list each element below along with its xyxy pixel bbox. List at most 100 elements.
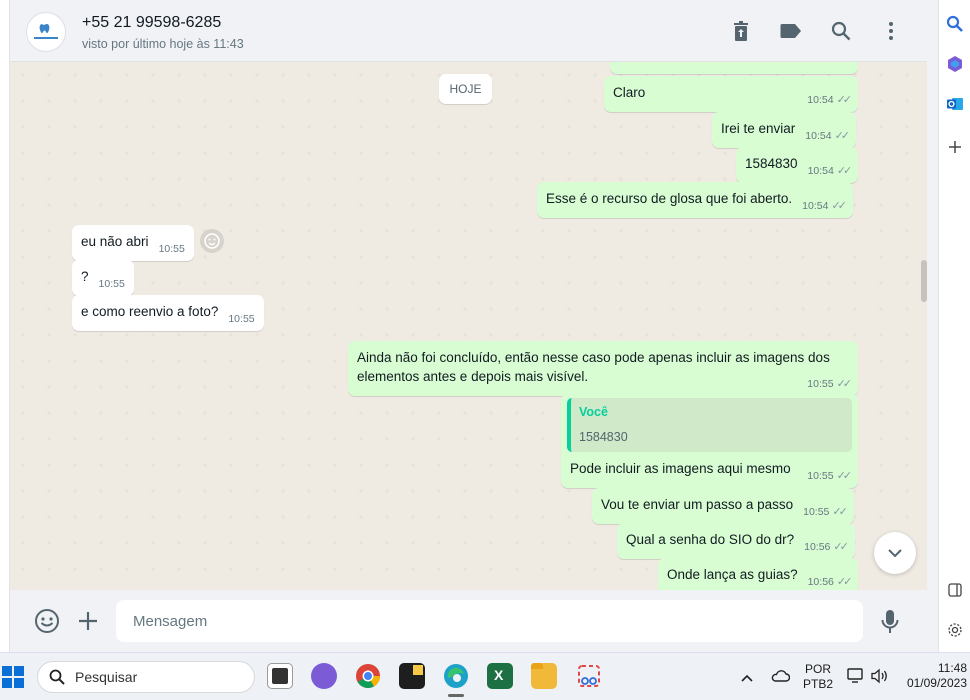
volume-speaker-icon[interactable] bbox=[870, 668, 890, 689]
read-ticks-icon: ✓✓ bbox=[833, 541, 849, 553]
message-bubble-outgoing[interactable]: Irei te enviar 10:54 ✓✓ bbox=[712, 112, 857, 148]
keyboard-language[interactable]: POR PTB2 bbox=[802, 662, 834, 692]
tray-expand-chevron-icon[interactable] bbox=[740, 670, 754, 688]
clock-date: 01/09/2023 bbox=[906, 676, 967, 690]
message-bubble-outgoing[interactable]: Qual a senha do SIO do dr? 10:56 ✓✓ bbox=[617, 523, 855, 559]
read-ticks-icon: ✓✓ bbox=[831, 200, 847, 212]
copilot-icon[interactable] bbox=[943, 52, 967, 76]
search-icon bbox=[49, 669, 65, 685]
emoji-reaction-icon[interactable] bbox=[200, 229, 224, 253]
message-meta: 10:54 ✓✓ bbox=[802, 197, 847, 216]
message-text: Claro bbox=[613, 85, 646, 100]
onedrive-cloud-icon[interactable] bbox=[770, 669, 791, 688]
quoted-text: 1584830 bbox=[579, 430, 628, 444]
contact-avatar[interactable] bbox=[26, 12, 66, 52]
teams-chat-icon[interactable] bbox=[311, 663, 337, 689]
windows-taskbar: Pesquisar X POR PTB2 11:48 01/09/2023 bbox=[0, 652, 970, 700]
quoted-message[interactable]: Você 1584830 bbox=[567, 398, 852, 452]
message-meta: 10:55 ✓✓ bbox=[807, 467, 853, 486]
read-ticks-icon: ✓✓ bbox=[834, 130, 851, 142]
attach-plus-icon[interactable] bbox=[78, 611, 98, 631]
quoted-author: Você bbox=[579, 405, 608, 419]
message-time: 10:55 bbox=[158, 243, 185, 255]
message-input[interactable] bbox=[116, 600, 863, 642]
message-bubble-outgoing[interactable]: Claro 10:54 ✓✓ bbox=[604, 76, 858, 112]
message-meta: 10:56 ✓✓ bbox=[804, 538, 849, 557]
message-time: 10:55 bbox=[807, 378, 834, 390]
message-text: Ainda não foi concluído, então nesse cas… bbox=[357, 350, 830, 384]
message-time: 10:54 bbox=[805, 130, 832, 142]
message-meta: 10:55 bbox=[228, 310, 254, 329]
message-text: Esse é o recurso de glosa que foi aberto… bbox=[546, 191, 793, 206]
message-composer bbox=[10, 590, 927, 652]
day-separator: HOJE bbox=[439, 74, 492, 104]
message-meta: 10:55 ✓✓ bbox=[803, 503, 848, 522]
message-time: 10:56 bbox=[804, 541, 831, 553]
sidebar-toggle-icon[interactable] bbox=[943, 578, 967, 602]
keyboard-layout-code: PTB2 bbox=[802, 677, 833, 691]
message-bubble-outgoing[interactable]: Onde lança as guias? 10:56 ✓✓ bbox=[658, 558, 859, 590]
message-meta: 10:55 bbox=[159, 240, 185, 259]
read-ticks-icon: ✓✓ bbox=[836, 165, 853, 177]
message-meta: 10:56 ✓✓ bbox=[807, 573, 853, 590]
contact-name[interactable]: +55 21 99598-6285 bbox=[82, 14, 221, 32]
add-plus-icon[interactable] bbox=[943, 135, 967, 159]
message-time: 10:55 bbox=[228, 313, 255, 325]
chevron-down-icon bbox=[888, 549, 902, 558]
scroll-to-bottom-button[interactable] bbox=[874, 532, 916, 574]
clock-time: 11:48 bbox=[937, 661, 967, 675]
windows-start-icon[interactable] bbox=[2, 666, 24, 688]
message-time: 10:56 bbox=[807, 576, 834, 588]
taskbar-search[interactable]: Pesquisar bbox=[37, 661, 255, 693]
label-tag-icon[interactable] bbox=[778, 18, 804, 44]
taskbar-clock[interactable]: 11:48 01/09/2023 bbox=[898, 661, 970, 691]
task-view-icon[interactable] bbox=[267, 663, 293, 689]
emoji-icon[interactable] bbox=[34, 608, 60, 634]
message-time: 10:54 bbox=[807, 94, 834, 106]
message-text: Qual a senha do SIO do dr? bbox=[626, 532, 795, 547]
read-ticks-icon: ✓✓ bbox=[836, 576, 853, 588]
chat-messages-area[interactable]: HOJE Claro 10:54 ✓✓ Irei te enviar 10:54 ✓… bbox=[10, 62, 927, 590]
excel-icon[interactable]: X bbox=[487, 663, 513, 689]
settings-gear-icon[interactable] bbox=[943, 618, 967, 642]
read-ticks-icon: ✓✓ bbox=[836, 470, 853, 482]
message-meta: 10:54 ✓✓ bbox=[808, 162, 853, 181]
message-text: Vou te enviar um passo a passo bbox=[601, 497, 794, 512]
read-ticks-icon: ✓✓ bbox=[832, 506, 848, 518]
chat-scrollbar[interactable] bbox=[921, 260, 927, 302]
contact-last-seen: visto por último hoje às 11:43 bbox=[82, 37, 244, 51]
left-edge-strip bbox=[0, 0, 10, 652]
message-bubble-incoming[interactable]: e como reenvio a foto? 10:55 bbox=[72, 295, 264, 331]
message-bubble-incoming[interactable]: eu não abri 10:55 bbox=[72, 225, 194, 261]
message-text: Onde lança as guias? bbox=[667, 567, 798, 582]
network-display-icon[interactable] bbox=[847, 668, 865, 689]
menu-kebab-icon[interactable] bbox=[878, 18, 904, 44]
browser-sidebar bbox=[938, 0, 970, 652]
chat-header: +55 21 99598-6285 visto por último hoje … bbox=[10, 0, 927, 62]
message-meta: 10:55 bbox=[99, 275, 125, 294]
edge-browser-icon[interactable] bbox=[443, 663, 469, 697]
bing-search-icon[interactable] bbox=[943, 12, 967, 36]
message-meta: 10:55 ✓✓ bbox=[807, 375, 853, 394]
file-explorer-icon[interactable] bbox=[531, 663, 557, 689]
message-text: 1584830 bbox=[745, 156, 798, 171]
message-bubble-outgoing[interactable]: Vou te enviar um passo a passo 10:55 ✓✓ bbox=[592, 488, 854, 524]
message-meta: 10:54 ✓✓ bbox=[807, 91, 852, 110]
read-ticks-icon: ✓✓ bbox=[836, 378, 853, 390]
message-bubble-partial[interactable] bbox=[610, 62, 858, 74]
outlook-icon[interactable] bbox=[943, 92, 967, 116]
message-bubble-outgoing-with-quote[interactable]: Você 1584830 Pode incluir as imagens aqu… bbox=[561, 394, 858, 488]
sticky-notes-icon[interactable] bbox=[399, 663, 425, 689]
message-text: e como reenvio a foto? bbox=[81, 304, 219, 319]
message-time: 10:55 bbox=[807, 470, 834, 482]
message-bubble-outgoing[interactable]: Ainda não foi concluído, então nesse cas… bbox=[348, 341, 858, 396]
message-bubble-incoming[interactable]: ? 10:55 bbox=[72, 260, 134, 296]
chrome-icon[interactable] bbox=[355, 663, 381, 689]
delete-icon[interactable] bbox=[728, 18, 754, 44]
message-text: Irei te enviar bbox=[721, 121, 796, 136]
message-bubble-outgoing[interactable]: 1584830 10:54 ✓✓ bbox=[736, 147, 859, 183]
microphone-icon[interactable] bbox=[881, 609, 899, 635]
search-icon[interactable] bbox=[828, 18, 854, 44]
snipping-tool-icon[interactable] bbox=[576, 663, 602, 689]
message-bubble-outgoing[interactable]: Esse é o recurso de glosa que foi aberto… bbox=[537, 182, 853, 218]
